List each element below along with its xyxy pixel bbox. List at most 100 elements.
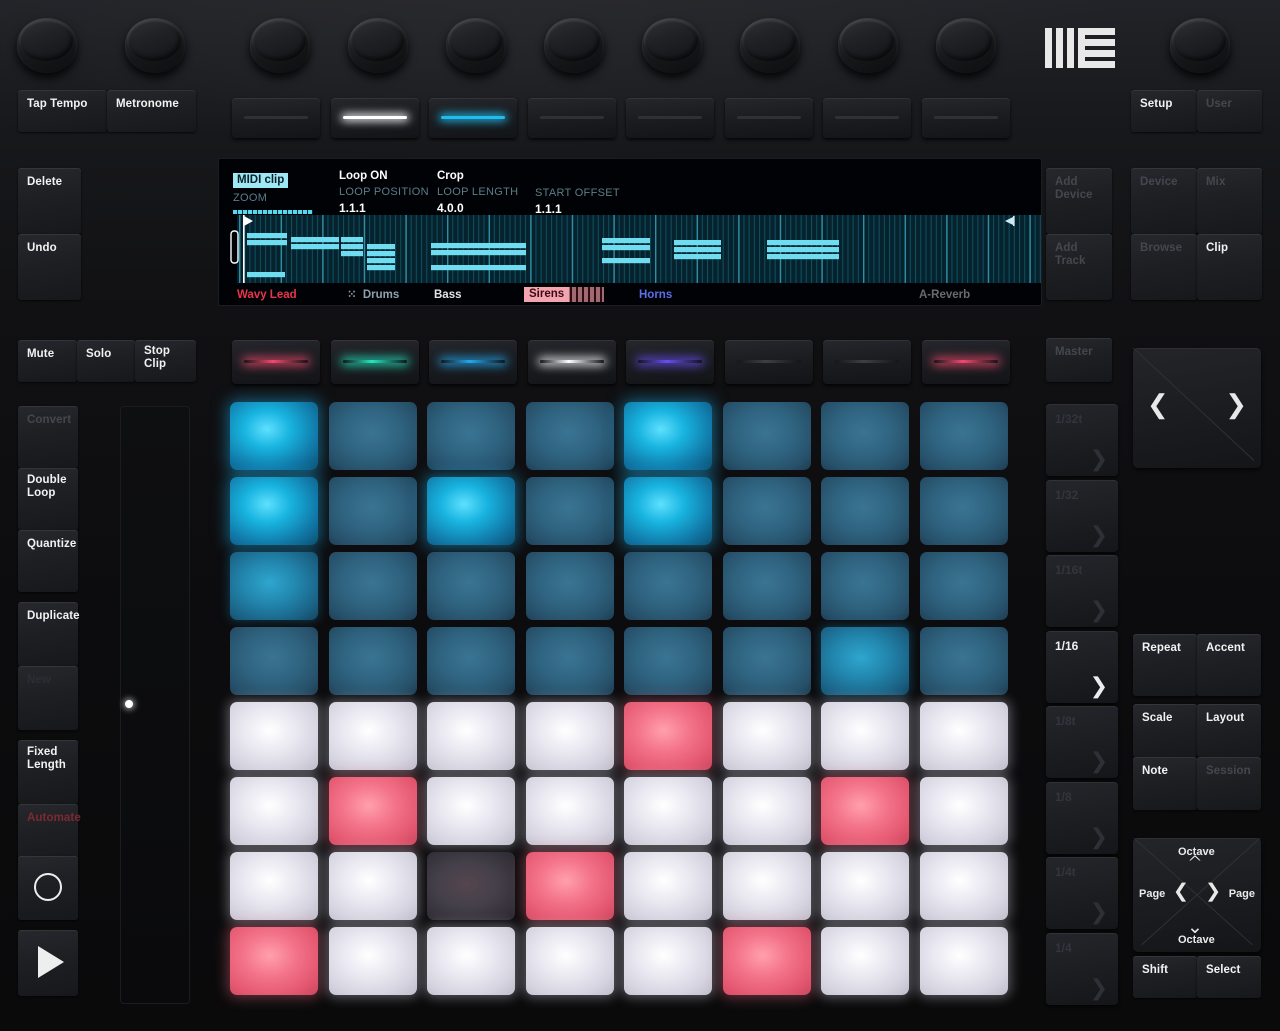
- zoom-bar[interactable]: [233, 210, 313, 214]
- pad-r2-c4[interactable]: [525, 477, 614, 545]
- track-name-wavy-lead[interactable]: Wavy Lead: [237, 289, 297, 301]
- track-select-button-8[interactable]: [921, 340, 1010, 384]
- display-button-6[interactable]: [724, 98, 813, 138]
- pad-r6-c6[interactable]: [722, 777, 811, 845]
- pad-r6-c2[interactable]: [328, 777, 417, 845]
- convert-button[interactable]: Convert: [18, 406, 78, 468]
- pad-r8-c1[interactable]: [230, 927, 318, 995]
- pad-r7-c2[interactable]: [328, 852, 417, 920]
- scene-quantize-button-1-4t[interactable]: 1/4t ❯: [1046, 857, 1118, 929]
- encoder-knob-2[interactable]: [125, 18, 185, 73]
- encoder-knob-7[interactable]: [642, 18, 702, 73]
- pad-r6-c1[interactable]: [230, 777, 318, 845]
- pad-r7-c3[interactable]: [427, 852, 515, 920]
- pad-r3-c3[interactable]: [427, 552, 515, 620]
- master-button[interactable]: Master: [1046, 338, 1112, 382]
- pad-r4-c8[interactable]: [919, 627, 1008, 695]
- chevron-left-icon[interactable]: ❮: [1173, 880, 1189, 902]
- user-button[interactable]: User: [1197, 90, 1262, 132]
- pad-r5-c8[interactable]: [919, 702, 1008, 770]
- stop-clip-button[interactable]: Stop Clip: [135, 340, 196, 382]
- pad-r1-c1[interactable]: [230, 402, 318, 470]
- chevron-left-icon[interactable]: ❮: [1147, 390, 1169, 420]
- record-button[interactable]: [18, 856, 78, 920]
- touch-strip[interactable]: [120, 406, 190, 1004]
- pad-r5-c6[interactable]: [722, 702, 811, 770]
- pad-r1-c4[interactable]: [525, 402, 614, 470]
- display-button-8[interactable]: [921, 98, 1010, 138]
- scene-quantize-button-1-32[interactable]: 1/32 ❯: [1046, 479, 1118, 552]
- pad-r2-c7[interactable]: [821, 477, 909, 545]
- pad-r1-c2[interactable]: [328, 402, 417, 470]
- track-select-button-6[interactable]: [724, 340, 813, 384]
- display-button-1[interactable]: [232, 98, 320, 138]
- delete-button[interactable]: Delete: [18, 168, 81, 234]
- pad-r2-c2[interactable]: [328, 477, 417, 545]
- chevron-right-icon[interactable]: ❯: [1225, 390, 1247, 420]
- select-button[interactable]: Select: [1197, 956, 1261, 998]
- track-select-button-3[interactable]: [429, 340, 517, 384]
- double-loop-button[interactable]: Double Loop: [18, 468, 78, 530]
- pad-r8-c3[interactable]: [427, 927, 515, 995]
- pad-r3-c7[interactable]: [821, 552, 909, 620]
- pad-r6-c5[interactable]: [624, 777, 712, 845]
- chevron-right-icon[interactable]: ❯: [1205, 880, 1221, 902]
- encoder-knob-4[interactable]: [348, 18, 408, 73]
- display-button-3[interactable]: [429, 98, 517, 138]
- pad-r4-c6[interactable]: [722, 627, 811, 695]
- pad-r8-c6[interactable]: [722, 927, 811, 995]
- pad-r4-c2[interactable]: [328, 627, 417, 695]
- pad-r5-c2[interactable]: [328, 702, 417, 770]
- pad-r3-c1[interactable]: [230, 552, 318, 620]
- clip-button[interactable]: Clip: [1197, 234, 1262, 300]
- chevron-down-icon[interactable]: ⌄: [1187, 916, 1203, 938]
- scale-button[interactable]: Scale: [1133, 704, 1197, 757]
- shift-button[interactable]: Shift: [1133, 956, 1197, 998]
- scene-quantize-button-1-4[interactable]: 1/4 ❯: [1046, 932, 1118, 1005]
- pad-r5-c4[interactable]: [525, 702, 614, 770]
- scene-quantize-button-1-8t[interactable]: 1/8t ❯: [1046, 706, 1118, 778]
- pad-r4-c3[interactable]: [427, 627, 515, 695]
- setup-button[interactable]: Setup: [1131, 90, 1197, 132]
- mix-button[interactable]: Mix: [1197, 168, 1262, 234]
- pad-r1-c6[interactable]: [722, 402, 811, 470]
- encoder-knob-10[interactable]: [936, 18, 996, 73]
- add-track-button[interactable]: Add Track: [1046, 234, 1112, 300]
- pad-r8-c5[interactable]: [624, 927, 712, 995]
- pad-r7-c5[interactable]: [624, 852, 712, 920]
- track-select-button-4[interactable]: [527, 340, 616, 384]
- pad-r2-c5[interactable]: [624, 477, 712, 545]
- encoder-knob-3[interactable]: [250, 18, 310, 73]
- layout-button[interactable]: Layout: [1197, 704, 1261, 757]
- pad-r2-c3[interactable]: [427, 477, 515, 545]
- encoder-knob-6[interactable]: [544, 18, 604, 73]
- track-select-button-1[interactable]: [232, 340, 320, 384]
- tap-tempo-button[interactable]: Tap Tempo: [18, 90, 107, 132]
- track-name-drums[interactable]: ⁙ Drums: [347, 287, 399, 301]
- pad-r4-c1[interactable]: [230, 627, 318, 695]
- pad-r4-c5[interactable]: [624, 627, 712, 695]
- navigation-dpad[interactable]: ❮ ❯: [1133, 348, 1261, 468]
- mute-button[interactable]: Mute: [18, 340, 77, 382]
- pad-r3-c5[interactable]: [624, 552, 712, 620]
- note-button[interactable]: Note: [1133, 757, 1197, 810]
- metronome-button[interactable]: Metronome: [107, 90, 196, 132]
- pad-r1-c8[interactable]: [919, 402, 1008, 470]
- quantize-button[interactable]: Quantize: [18, 530, 78, 592]
- play-button[interactable]: [18, 930, 78, 996]
- pad-r8-c2[interactable]: [328, 927, 417, 995]
- pad-r6-c8[interactable]: [919, 777, 1008, 845]
- pad-r5-c7[interactable]: [821, 702, 909, 770]
- lcd-display[interactable]: MIDI clip ZOOM Loop ON LOOP POSITION 1.1…: [218, 158, 1042, 306]
- undo-button[interactable]: Undo: [18, 234, 81, 300]
- encoder-knob-8[interactable]: [740, 18, 800, 73]
- session-button[interactable]: Session: [1197, 757, 1261, 810]
- pad-r2-c6[interactable]: [722, 477, 811, 545]
- chevron-up-icon[interactable]: ^: [1187, 852, 1203, 874]
- duplicate-button[interactable]: Duplicate: [18, 602, 80, 666]
- encoder-knob-9[interactable]: [838, 18, 898, 73]
- pad-r3-c8[interactable]: [919, 552, 1008, 620]
- pad-r3-c4[interactable]: [525, 552, 614, 620]
- scene-quantize-button-1-16t[interactable]: 1/16t ❯: [1046, 555, 1118, 627]
- pad-r1-c5[interactable]: [624, 402, 712, 470]
